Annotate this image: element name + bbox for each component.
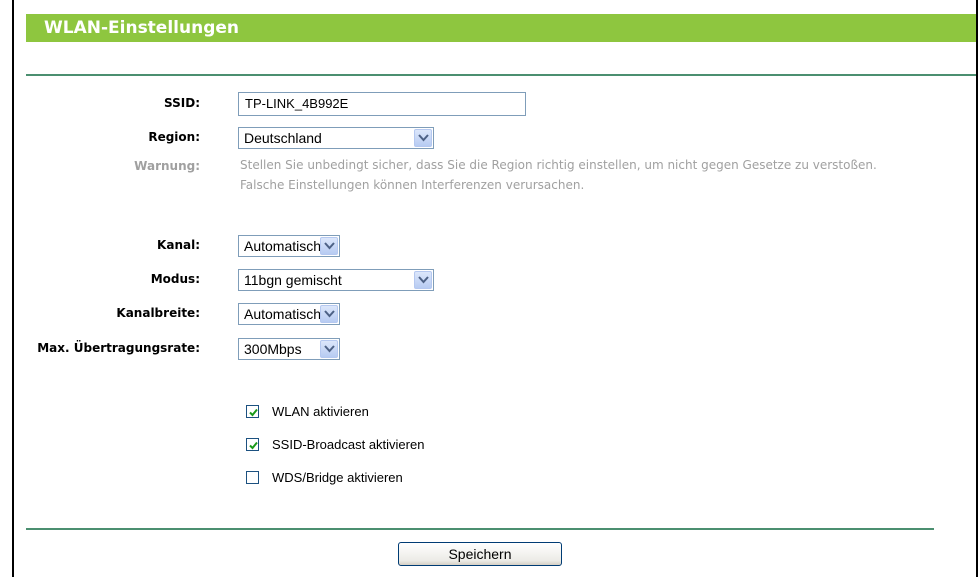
modus-label: Modus: (150, 272, 200, 286)
bottom-divider (26, 528, 934, 530)
ssid-input[interactable]: TP-LINK_4B992E (238, 92, 526, 116)
chevron-down-icon (414, 129, 432, 147)
kanalbreite-select[interactable]: Automatisch (238, 303, 340, 325)
wlan-enable-checkbox[interactable] (246, 405, 259, 418)
frame-border-left (12, 0, 14, 577)
wds-bridge-label: WDS/Bridge aktivieren (272, 470, 403, 485)
chevron-down-icon (414, 271, 432, 289)
warning-label: Warnung: (134, 159, 200, 173)
chevron-down-icon (320, 340, 338, 358)
modus-select[interactable]: 11bgn gemischt (238, 269, 434, 291)
warning-text-line2: Falsche Einstellungen können Interferenz… (240, 178, 585, 192)
top-divider (26, 74, 976, 76)
kanal-select-value: Automatisch (244, 238, 322, 254)
region-label: Region: (148, 130, 200, 144)
region-select[interactable]: Deutschland (238, 127, 434, 149)
rate-select[interactable]: 300Mbps (238, 338, 340, 360)
ssid-broadcast-label: SSID-Broadcast aktivieren (272, 437, 425, 452)
region-select-value: Deutschland (244, 130, 322, 146)
kanalbreite-label: Kanalbreite: (116, 306, 200, 320)
page-title: WLAN-Einstellungen (26, 14, 976, 42)
wds-bridge-checkbox[interactable] (246, 471, 259, 484)
save-button[interactable]: Speichern (398, 542, 562, 566)
chevron-down-icon (320, 237, 338, 255)
rate-label: Max. Übertragungsrate: (37, 341, 200, 355)
kanal-select[interactable]: Automatisch (238, 235, 340, 257)
ssid-label: SSID: (164, 96, 200, 110)
warning-text-line1: Stellen Sie unbedingt sicher, dass Sie d… (240, 158, 877, 172)
kanal-label: Kanal: (157, 238, 200, 252)
frame-border-right (976, 0, 978, 577)
ssid-broadcast-checkbox[interactable] (246, 438, 259, 451)
modus-select-value: 11bgn gemischt (244, 272, 342, 288)
wlan-enable-label: WLAN aktivieren (272, 404, 369, 419)
chevron-down-icon (320, 305, 338, 323)
kanalbreite-select-value: Automatisch (244, 306, 322, 322)
rate-select-value: 300Mbps (244, 341, 302, 357)
